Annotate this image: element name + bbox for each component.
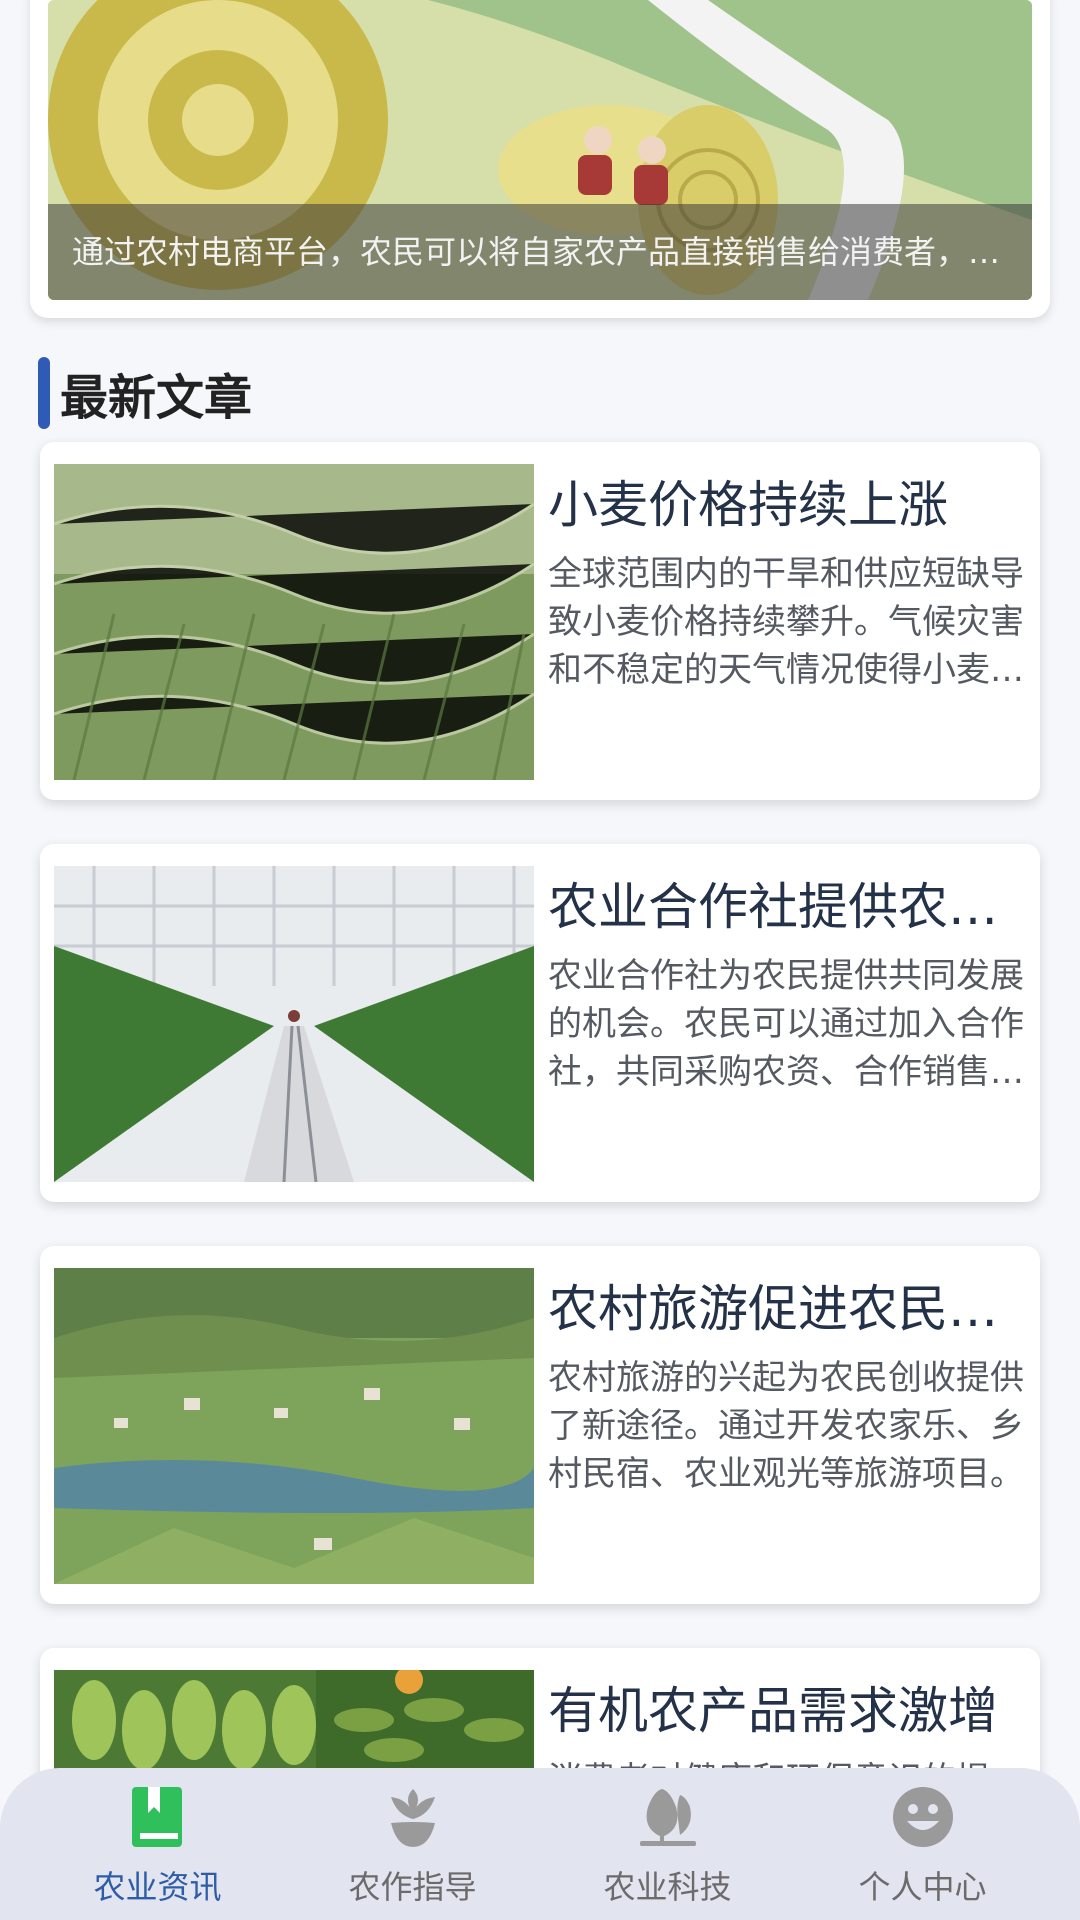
nav-label: 农业科技 <box>603 1868 732 1906</box>
nav-label: 农作指导 <box>348 1868 477 1906</box>
book-icon <box>123 1782 193 1852</box>
article-thumbnail[interactable] <box>54 1268 534 1584</box>
article-card[interactable]: 农村旅游促进农民增收 农村旅游的兴起为农民创收提供了新途径。通过开发农家乐、乡村… <box>40 1246 1040 1604</box>
article-title[interactable]: 农业合作社提供农民新机遇 <box>548 872 1028 942</box>
nav-item-crop-guide[interactable]: 农作指导 <box>298 1782 528 1908</box>
nav-item-profile[interactable]: 个人中心 <box>808 1782 1038 1908</box>
article-description: 农村旅游的兴起为农民创收提供了新途径。通过开发农家乐、乡村民宿、农业观光等旅游项… <box>548 1358 1024 1494</box>
bottom-navigation: 农业资讯 农作指导 农业科技 个人中心 <box>0 1768 1080 1920</box>
article-description: 农业合作社为农民提供共同发展的机会。农民可以通过加入合作社，共同采购农资、合作销… <box>548 956 1024 1092</box>
article-description: 全球范围内的干旱和供应短缺导致小麦价格持续攀升。气候灾害和不稳定的天气情况使得小… <box>548 554 1024 690</box>
article-title[interactable]: 小麦价格持续上涨 <box>548 470 1028 540</box>
smiley-icon <box>888 1782 958 1852</box>
banner-caption: 通过农村电商平台，农民可以将自家农产品直接销售给消费者，减少中间环节，提高收入。 <box>48 204 1032 300</box>
nav-item-agri-tech[interactable]: 农业科技 <box>553 1782 783 1908</box>
section-accent-bar <box>38 357 50 429</box>
nav-item-agri-news[interactable]: 农业资讯 <box>43 1782 273 1908</box>
section-header: 最新文章 <box>38 356 252 430</box>
app-page: 通过农村电商平台，农民可以将自家农产品直接销售给消费者，减少中间环节，提高收入。… <box>0 0 1080 1920</box>
nav-label: 个人中心 <box>858 1868 987 1906</box>
tree-icon <box>633 1782 703 1852</box>
article-card[interactable]: 农业合作社提供农民新机遇 农业合作社为农民提供共同发展的机会。农民可以通过加入合… <box>40 844 1040 1202</box>
article-title[interactable]: 农村旅游促进农民增收 <box>548 1274 1028 1344</box>
sprout-icon <box>378 1782 448 1852</box>
section-title: 最新文章 <box>60 370 253 426</box>
article-thumbnail[interactable] <box>54 866 534 1182</box>
article-card[interactable]: 小麦价格持续上涨 全球范围内的干旱和供应短缺导致小麦价格持续攀升。气候灾害和不稳… <box>40 442 1040 800</box>
banner-card[interactable]: 通过农村电商平台，农民可以将自家农产品直接销售给消费者，减少中间环节，提高收入。 <box>30 0 1050 318</box>
article-title[interactable]: 有机农产品需求激增 <box>548 1676 1028 1746</box>
article-thumbnail[interactable] <box>54 464 534 780</box>
banner-image[interactable]: 通过农村电商平台，农民可以将自家农产品直接销售给消费者，减少中间环节，提高收入。 <box>48 0 1032 300</box>
nav-label: 农业资讯 <box>93 1868 222 1906</box>
